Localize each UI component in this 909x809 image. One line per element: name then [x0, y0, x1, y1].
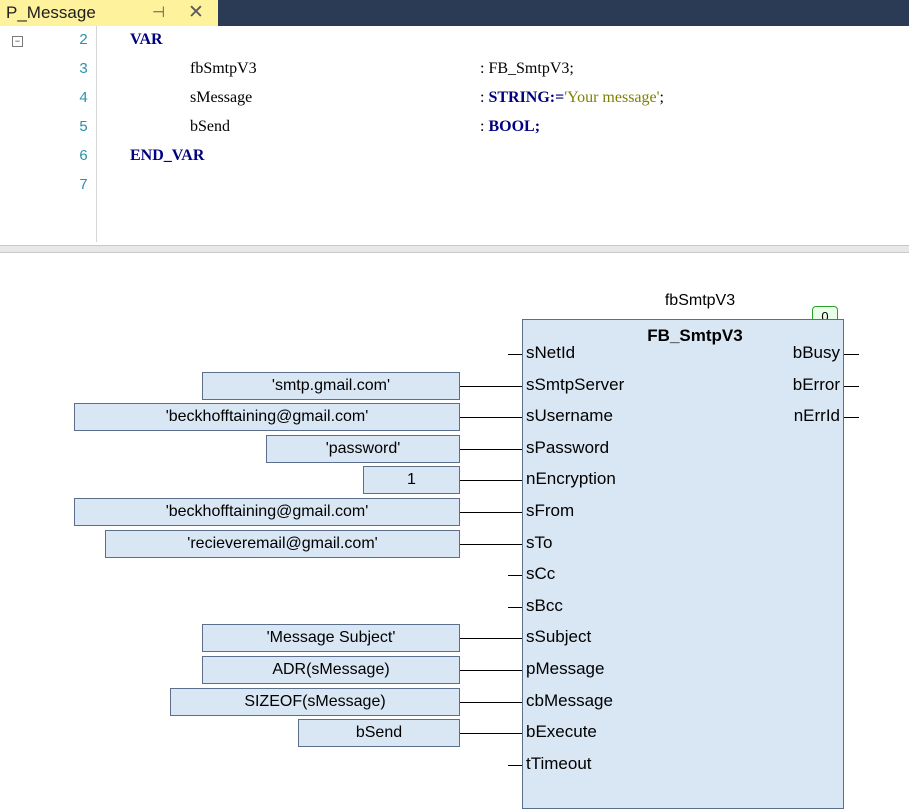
input-pin-sSmtpServer: sSmtpServer [526, 374, 625, 394]
input-pin-sFrom: sFrom [526, 501, 575, 520]
input-wire [460, 448, 522, 450]
output-wire [844, 354, 859, 355]
code-token: FB_SmtpV3; [484, 60, 574, 77]
code-line[interactable]: − 2 VAR [0, 28, 909, 57]
editor-tabstrip: P_Message ⊣ ✕ [0, 0, 909, 26]
line-number: 5 [78, 119, 88, 136]
tab-p-message[interactable]: P_Message ⊣ ✕ [0, 0, 218, 26]
code-identifier: sMessage [190, 89, 252, 107]
input-value-box[interactable]: bSend [298, 719, 460, 748]
input-wire [460, 480, 522, 482]
code-identifier: VAR [130, 31, 163, 49]
line-number: 2 [78, 32, 88, 49]
code-token: STRING:= [484, 89, 565, 106]
code-token: bSend [190, 118, 230, 135]
code-token: ; [659, 89, 664, 106]
input-wire [460, 417, 522, 419]
line-number: 3 [78, 61, 88, 78]
input-pin-pMessage: pMessage [526, 659, 605, 678]
input-value-box[interactable]: 'beckhofftaining@gmail.com' [74, 403, 460, 432]
input-pin-sTo: sTo [526, 532, 553, 552]
input-wire [460, 670, 522, 671]
input-value-box[interactable]: 'recieveremail@gmail.com' [105, 529, 460, 558]
input-value-box[interactable]: 'password' [266, 434, 460, 463]
input-value-box[interactable]: SIZEOF(sMessage) [170, 687, 460, 716]
input-pin-sUsername: sUsername [526, 406, 613, 426]
line-number: 6 [78, 148, 88, 165]
line-number: 7 [78, 177, 88, 194]
output-wire [844, 417, 859, 419]
input-pin-nEncryption: nEncryption [526, 469, 616, 489]
declaration-editor[interactable]: − 2 VAR 3 fbSmtpV3 : FB_SmtpV3; 4 sMessage : STR… [0, 26, 909, 242]
input-wire [460, 385, 522, 387]
code-line[interactable]: 6 END_VAR [0, 144, 909, 173]
input-pin-cbMessage: cbMessage [526, 690, 613, 710]
input-wire [508, 354, 522, 355]
code-identifier: bSend [190, 118, 230, 136]
output-pin-bError: bError [792, 374, 840, 394]
code-type-decl: : STRING:='Your message'; [480, 89, 664, 107]
output-wire [844, 385, 859, 387]
line-number: 4 [78, 90, 88, 107]
code-line[interactable]: 7 [0, 173, 909, 202]
fold-toggle-icon[interactable]: − [12, 36, 23, 47]
input-value-box[interactable]: 'beckhofftaining@gmail.com' [74, 498, 460, 526]
input-pin-sCc: sCc [526, 564, 556, 584]
code-token: fbSmtpV3 [190, 60, 257, 77]
output-pin-bBusy: bBusy [792, 343, 840, 362]
fb-instance-name[interactable]: fbSmtpV3 [620, 292, 780, 310]
code-line[interactable]: 4 sMessage : STRING:='Your message'; [0, 86, 909, 115]
input-wire [460, 512, 522, 513]
tab-title: P_Message [6, 3, 96, 22]
input-pin-tTimeout: tTimeout [526, 753, 592, 773]
input-wire [460, 701, 522, 703]
input-wire [460, 543, 522, 545]
pin-icon[interactable]: ⊣ [152, 3, 165, 21]
code-line[interactable]: 5 bSend : BOOL; [0, 115, 909, 144]
input-value-box[interactable]: 1 [363, 466, 460, 495]
input-pin-sBcc: sBcc [526, 595, 563, 615]
output-pin-nErrId: nErrId [793, 406, 840, 426]
close-icon[interactable]: ✕ [188, 1, 204, 24]
code-identifier: END_VAR [130, 147, 204, 165]
code-token: BOOL; [484, 118, 541, 135]
editor-splitter[interactable] [0, 245, 909, 253]
input-wire [508, 764, 522, 766]
code-identifier: fbSmtpV3 [190, 60, 257, 78]
input-wire [460, 638, 522, 640]
code-line[interactable]: 3 fbSmtpV3 : FB_SmtpV3; [0, 57, 909, 86]
code-token: END_VAR [130, 147, 205, 164]
code-type-decl: : FB_SmtpV3; [480, 60, 574, 78]
input-pin-sNetId: sNetId [526, 343, 576, 362]
input-wire [460, 733, 522, 735]
code-token: sMessage [190, 89, 253, 106]
code-token: VAR [130, 31, 163, 48]
input-pin-bExecute: bExecute [526, 722, 597, 742]
input-value-box[interactable]: 'smtp.gmail.com' [202, 371, 460, 400]
input-pin-sSubject: sSubject [526, 627, 592, 647]
input-value-box[interactable]: ADR(sMessage) [202, 656, 460, 684]
input-pin-sPassword: sPassword [526, 437, 610, 457]
code-token: 'Your message' [564, 89, 660, 106]
code-type-decl: : BOOL; [480, 118, 540, 136]
input-value-box[interactable]: 'Message Subject' [202, 624, 460, 653]
fb-type-name: FB_SmtpV3 [647, 326, 743, 345]
input-wire [508, 606, 522, 608]
input-wire [508, 575, 522, 577]
